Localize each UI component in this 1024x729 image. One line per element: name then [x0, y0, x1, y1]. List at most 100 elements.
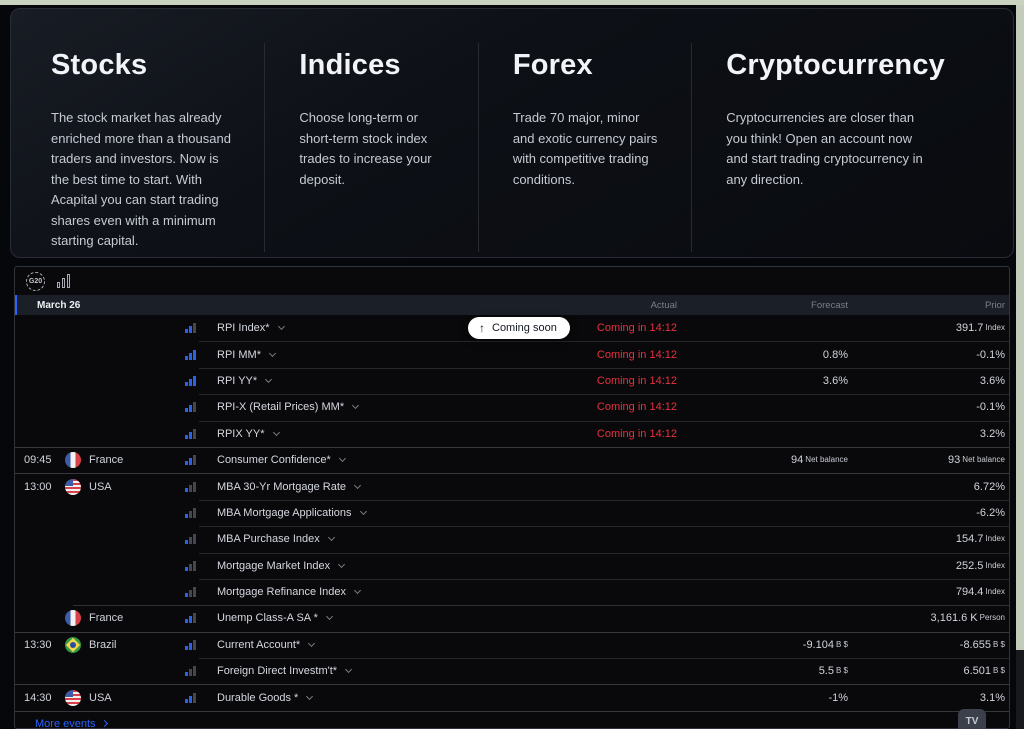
event-label: Consumer Confidence* — [217, 454, 331, 466]
tradingview-logo[interactable]: TV — [958, 709, 986, 729]
chevron-down-icon — [306, 693, 313, 700]
importance-icon — [185, 640, 213, 650]
importance-icon — [185, 666, 213, 676]
prior-unit: B $ — [993, 640, 1005, 649]
prior-value: 794.4Index — [851, 586, 1009, 598]
event-row[interactable]: RPI YY*Coming in 14:123.6%3.6% — [15, 368, 1009, 394]
prior-unit: Index — [985, 534, 1005, 543]
date-header-bar: March 26 Actual Forecast Prior — [15, 295, 1009, 315]
chevron-right-icon — [100, 720, 107, 727]
flag-fr-icon — [65, 610, 81, 626]
chevron-down-icon — [269, 350, 276, 357]
card-title: Indices — [299, 49, 449, 82]
chevron-down-icon — [272, 429, 279, 436]
country-label: France — [89, 612, 123, 624]
event-name[interactable]: Mortgage Refinance Index — [213, 586, 551, 598]
event-country: Brazil — [65, 637, 185, 653]
actual-value: Coming in 14:12 — [551, 428, 681, 440]
actual-value: Coming in 14:12 — [551, 322, 681, 334]
event-row[interactable]: Mortgage Market Index 252.5Index — [15, 553, 1009, 579]
event-name[interactable]: MBA Purchase Index — [213, 533, 551, 545]
event-label: MBA Mortgage Applications — [217, 507, 352, 519]
event-row[interactable]: 13:30BrazilCurrent Account*-9.104B $-8.6… — [15, 632, 1009, 658]
prior-value: 252.5Index — [851, 560, 1009, 572]
chevron-down-icon — [354, 481, 361, 488]
forecast-value: 3.6% — [681, 375, 851, 387]
calendar-rows: RPI Index*Coming in 14:12391.7IndexRPI M… — [15, 315, 1009, 711]
prior-value: -6.2% — [851, 507, 1009, 519]
event-name[interactable]: Foreign Direct Investm't* — [213, 665, 551, 677]
event-row[interactable]: RPI-X (Retail Prices) MM*Coming in 14:12… — [15, 394, 1009, 420]
importance-icon — [185, 455, 213, 465]
more-events-link[interactable]: More events — [35, 718, 107, 729]
forecast-value: 5.5B $ — [681, 665, 851, 677]
actual-value: Coming in 14:12 — [551, 349, 681, 361]
event-row[interactable]: Mortgage Refinance Index 794.4Index — [15, 579, 1009, 605]
event-row[interactable]: RPI MM*Coming in 14:120.8%-0.1% — [15, 341, 1009, 367]
event-row[interactable]: MBA Mortgage Applications -6.2% — [15, 500, 1009, 526]
forecast-unit: Net balance — [805, 455, 848, 464]
column-header-forecast: Forecast — [681, 300, 851, 311]
more-events-label: More events — [35, 718, 96, 729]
up-arrow-icon: ↑ — [479, 321, 485, 335]
event-name[interactable]: Unemp Class-A SA * — [213, 612, 551, 624]
flag-us-icon — [65, 690, 81, 706]
event-row[interactable]: MBA Purchase Index154.7Index — [15, 526, 1009, 552]
coming-soon-tooltip: ↑ Coming soon — [468, 317, 570, 339]
column-header-prior: Prior — [851, 300, 1009, 311]
scrollbar-thumb[interactable] — [1016, 5, 1024, 650]
prior-value: 391.7Index — [851, 322, 1009, 334]
event-label: Unemp Class-A SA * — [217, 612, 318, 624]
event-name[interactable]: MBA 30-Yr Mortgage Rate — [213, 481, 551, 493]
event-name[interactable]: RPIX YY* — [213, 428, 551, 440]
event-name[interactable]: MBA Mortgage Applications — [213, 507, 551, 519]
country-label: USA — [89, 692, 112, 704]
chevron-down-icon — [265, 376, 272, 383]
event-row[interactable]: 14:30USADurable Goods *-1%3.1% — [15, 684, 1009, 710]
flag-br-icon — [65, 637, 81, 653]
prior-unit: Net balance — [962, 455, 1005, 464]
country-label: France — [89, 454, 123, 466]
chevron-down-icon — [345, 666, 352, 673]
importance-icon — [185, 613, 213, 623]
importance-icon — [185, 534, 213, 544]
card-title: Forex — [513, 49, 663, 82]
chevron-down-icon — [359, 508, 366, 515]
event-name[interactable]: Mortgage Market Index — [213, 560, 551, 572]
event-country: USA — [65, 479, 185, 495]
calendar-toolbar: G20 — [15, 267, 1009, 295]
event-row[interactable]: RPIX YY*Coming in 14:123.2% — [15, 421, 1009, 447]
column-header-actual: Actual — [551, 300, 681, 311]
event-country: USA — [65, 690, 185, 706]
scrollbar-track[interactable] — [1016, 5, 1024, 729]
prior-value: 3,161.6 KPerson — [851, 612, 1009, 624]
event-row[interactable]: 09:45FranceConsumer Confidence*94Net bal… — [15, 447, 1009, 473]
flag-us-icon — [65, 479, 81, 495]
event-name[interactable]: Consumer Confidence* — [213, 454, 551, 466]
event-name[interactable]: Durable Goods * — [213, 692, 551, 704]
prior-unit: Index — [985, 561, 1005, 570]
importance-icon — [185, 323, 213, 333]
event-row[interactable]: 13:00USAMBA 30-Yr Mortgage Rate6.72% — [15, 473, 1009, 499]
chevron-down-icon — [352, 402, 359, 409]
importance-icon — [185, 561, 213, 571]
prior-value: 93Net balance — [851, 454, 1009, 466]
flag-fr-icon — [65, 452, 81, 468]
event-name[interactable]: RPI MM* — [213, 349, 551, 361]
actual-value: Coming in 14:12 — [551, 401, 681, 413]
card-description: Trade 70 major, minor and exotic currenc… — [513, 108, 663, 190]
card-title: Cryptocurrency — [726, 49, 945, 82]
chevron-down-icon — [308, 640, 315, 647]
event-time: 09:45 — [15, 454, 65, 466]
event-name[interactable]: RPI-X (Retail Prices) MM* — [213, 401, 551, 413]
country-label: Brazil — [89, 639, 117, 651]
event-name[interactable]: RPI YY* — [213, 375, 551, 387]
event-row[interactable]: France Unemp Class-A SA * 3,161.6 KPerson — [15, 605, 1009, 631]
event-row[interactable]: Foreign Direct Investm't*5.5B $6.501B $ — [15, 658, 1009, 684]
prior-value: -0.1% — [851, 349, 1009, 361]
event-name[interactable]: Current Account* — [213, 639, 551, 651]
forecast-unit: B $ — [836, 640, 848, 649]
g20-filter-icon[interactable]: G20 — [26, 272, 45, 291]
event-time: 13:00 — [15, 481, 65, 493]
importance-filter-icon[interactable] — [57, 274, 70, 288]
